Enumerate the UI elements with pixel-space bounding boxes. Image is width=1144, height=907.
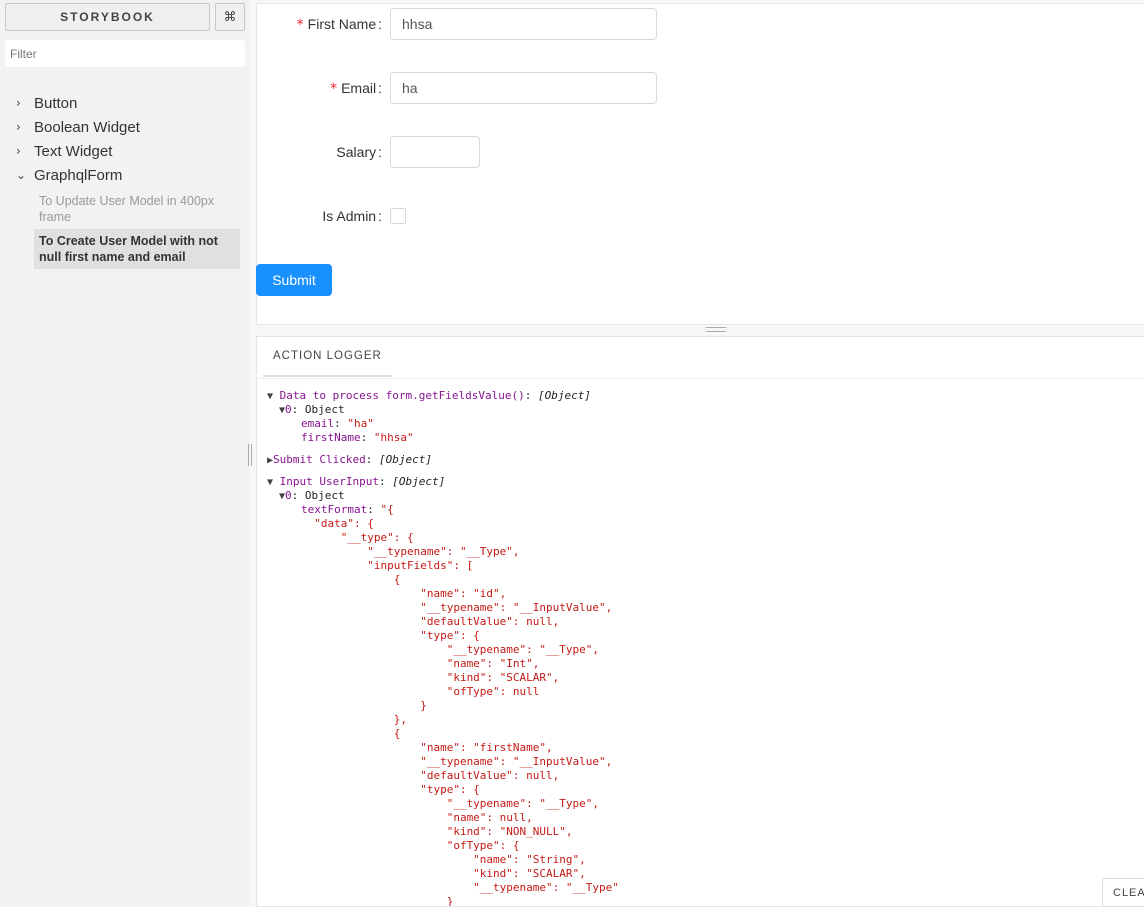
log-prop-email: email: "ha" [301, 417, 374, 430]
first-name-row: * First Name: [257, 8, 657, 40]
log-entry-submit-clicked[interactable]: ▶Submit Clicked: [Object] [267, 453, 1144, 467]
json-line: } [301, 895, 454, 906]
textformat-first-line: "{ [380, 503, 394, 516]
clear-button[interactable]: CLEAR [1102, 878, 1144, 907]
sidebar-resize-handle[interactable] [248, 444, 252, 466]
json-line: "__typename": "__Type", [301, 797, 600, 810]
panel-resize-handle[interactable] [706, 327, 726, 332]
filter-input[interactable] [5, 40, 245, 67]
json-line: { [301, 573, 401, 586]
email-row: * Email: [257, 72, 657, 104]
is-admin-row: Is Admin: [257, 200, 406, 232]
storybook-app: STORYBOOK ⌘ › Button › Boolean Widget › … [0, 0, 1144, 907]
tab-action-logger[interactable]: ACTION LOGGER [263, 337, 392, 377]
chevron-right-icon: › [16, 120, 21, 134]
json-line: "name": null, [301, 811, 533, 824]
json-line: { [301, 727, 401, 740]
log-prop-textformat: textFormat: "{ [301, 503, 394, 516]
submit-button[interactable]: Submit [256, 264, 332, 296]
log-object-row[interactable]: ▼0: Object [267, 489, 1144, 503]
chevron-right-icon: › [16, 96, 21, 110]
json-line: "inputFields": [ [301, 559, 474, 572]
tree-item-label: Boolean Widget [34, 118, 140, 136]
json-line: "ofType": null [301, 685, 540, 698]
is-admin-checkbox[interactable] [390, 208, 406, 224]
required-mark: * [296, 16, 304, 33]
story-update-user-model[interactable]: To Update User Model in 400px frame [34, 189, 222, 229]
json-line: "__typename": "__Type", [301, 545, 520, 558]
required-mark: * [330, 80, 338, 97]
json-line: "name": "firstName", [301, 741, 553, 754]
json-line: "__typename": "__InputValue", [301, 601, 613, 614]
chevron-down-icon: ⌄ [16, 168, 27, 182]
tree-item-button[interactable]: › Button [16, 91, 246, 115]
tree-item-boolean-widget[interactable]: › Boolean Widget [16, 115, 246, 139]
json-line: "kind": "SCALAR", [301, 867, 586, 880]
action-log: ▼ Data to process form.getFieldsValue():… [267, 389, 1144, 906]
tree-item-label: Button [34, 94, 78, 112]
json-line: "defaultValue": null, [301, 769, 560, 782]
json-line: "name": "String", [301, 853, 586, 866]
tree-item-label: GraphqlForm [34, 166, 123, 184]
log-object-row[interactable]: ▼0: Object [267, 403, 1144, 417]
json-line: "__typename": "__InputValue", [301, 755, 613, 768]
tree-item-text-widget[interactable]: › Text Widget [16, 139, 246, 163]
log-entry-input-userinput[interactable]: ▼ Input UserInput: [Object] [267, 475, 1144, 489]
json-line: "kind": "NON_NULL", [301, 825, 573, 838]
panel-tabs: ACTION LOGGER [257, 337, 1144, 379]
salary-label: Salary: [336, 144, 382, 160]
command-icon: ⌘ [223, 9, 237, 25]
log-prop-firstname: firstName: "hhsa" [301, 431, 414, 444]
salary-input[interactable] [390, 136, 480, 168]
json-line: }, [301, 713, 407, 726]
json-line: "type": { [301, 629, 480, 642]
triangle-down-icon: ▼ [267, 391, 274, 402]
tree-item-label: Text Widget [34, 142, 113, 160]
preview-frame: *First Name: *Email: Salary: Is Admin: S… [256, 3, 1144, 325]
story-create-user-model[interactable]: To Create User Model with not null first… [34, 229, 240, 269]
json-line: "__typename": "__Type" [301, 881, 619, 894]
sidebar: STORYBOOK ⌘ › Button › Boolean Widget › … [0, 0, 250, 907]
addons-panel: ACTION LOGGER ▼ Data to process form.get… [256, 336, 1144, 907]
is-admin-label: Is Admin: [322, 208, 382, 224]
json-line: "ofType": { [301, 839, 520, 852]
json-line: "name": "Int", [301, 657, 540, 670]
json-line: "type": { [301, 783, 480, 796]
first-name-label: * First Name: [296, 15, 382, 33]
json-line: "defaultValue": null, [301, 615, 560, 628]
first-name-input[interactable] [390, 8, 657, 40]
chevron-right-icon: › [16, 144, 21, 158]
story-tree: › Button › Boolean Widget › Text Widget … [16, 91, 246, 269]
json-line: "__type": { [301, 531, 414, 544]
json-line: "kind": "SCALAR", [301, 671, 560, 684]
json-line: "data": { [301, 517, 374, 530]
tree-item-graphqlform[interactable]: ⌄ GraphqlForm [16, 163, 246, 187]
json-line: } [301, 699, 427, 712]
log-entry-fields-value[interactable]: ▼ Data to process form.getFieldsValue():… [267, 389, 1144, 403]
json-line: "__typename": "__Type", [301, 643, 600, 656]
textformat-json: "data": { "__type": { "__typename": "__T… [267, 517, 1144, 906]
shortcuts-button[interactable]: ⌘ [215, 3, 245, 31]
storybook-brand-button[interactable]: STORYBOOK [5, 3, 210, 31]
json-line: "name": "id", [301, 587, 507, 600]
email-label: * Email: [330, 79, 382, 97]
email-input[interactable] [390, 72, 657, 104]
salary-row: Salary: [257, 136, 480, 168]
triangle-down-icon: ▼ [267, 477, 274, 488]
